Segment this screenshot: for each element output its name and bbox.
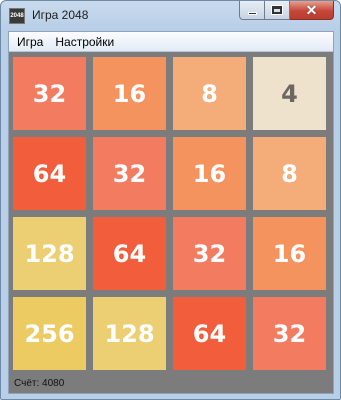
title-bar[interactable]: 2048 Игра 2048 ✕ — [1, 1, 340, 31]
menu-bar: Игра Настройки — [9, 32, 333, 52]
tile: 8 — [253, 137, 326, 210]
tile: 256 — [13, 297, 86, 370]
score-label: Счёт: 4080 — [14, 378, 65, 389]
game-window: 2048 Игра 2048 ✕ Игра Настройки 32 16 8 4 64… — [0, 0, 341, 400]
tile: 128 — [13, 217, 86, 290]
minimize-button[interactable] — [239, 1, 265, 20]
maximize-icon — [272, 6, 282, 14]
tile: 128 — [93, 297, 166, 370]
tile: 4 — [253, 57, 326, 130]
tile: 64 — [93, 217, 166, 290]
tile: 16 — [253, 217, 326, 290]
menu-game[interactable]: Игра — [11, 32, 49, 52]
tile: 8 — [173, 57, 246, 130]
tile: 32 — [253, 297, 326, 370]
tile: 64 — [173, 297, 246, 370]
minimize-icon — [247, 11, 257, 15]
close-icon: ✕ — [305, 2, 318, 18]
tile: 32 — [13, 57, 86, 130]
app-icon: 2048 — [9, 8, 25, 24]
client-area: Игра Настройки 32 16 8 4 64 32 16 8 128 64 32 16 256… — [8, 31, 334, 394]
menu-settings[interactable]: Настройки — [49, 32, 120, 52]
caption-buttons: ✕ — [239, 1, 334, 21]
tile: 32 — [93, 137, 166, 210]
window-title: Игра 2048 — [32, 8, 89, 22]
close-button[interactable]: ✕ — [290, 1, 334, 20]
tile: 16 — [173, 137, 246, 210]
game-board[interactable]: 32 16 8 4 64 32 16 8 128 64 32 16 256 128 64 32 — [9, 52, 333, 372]
tile: 32 — [173, 217, 246, 290]
tile: 64 — [13, 137, 86, 210]
maximize-button[interactable] — [265, 1, 290, 20]
tile: 16 — [93, 57, 166, 130]
